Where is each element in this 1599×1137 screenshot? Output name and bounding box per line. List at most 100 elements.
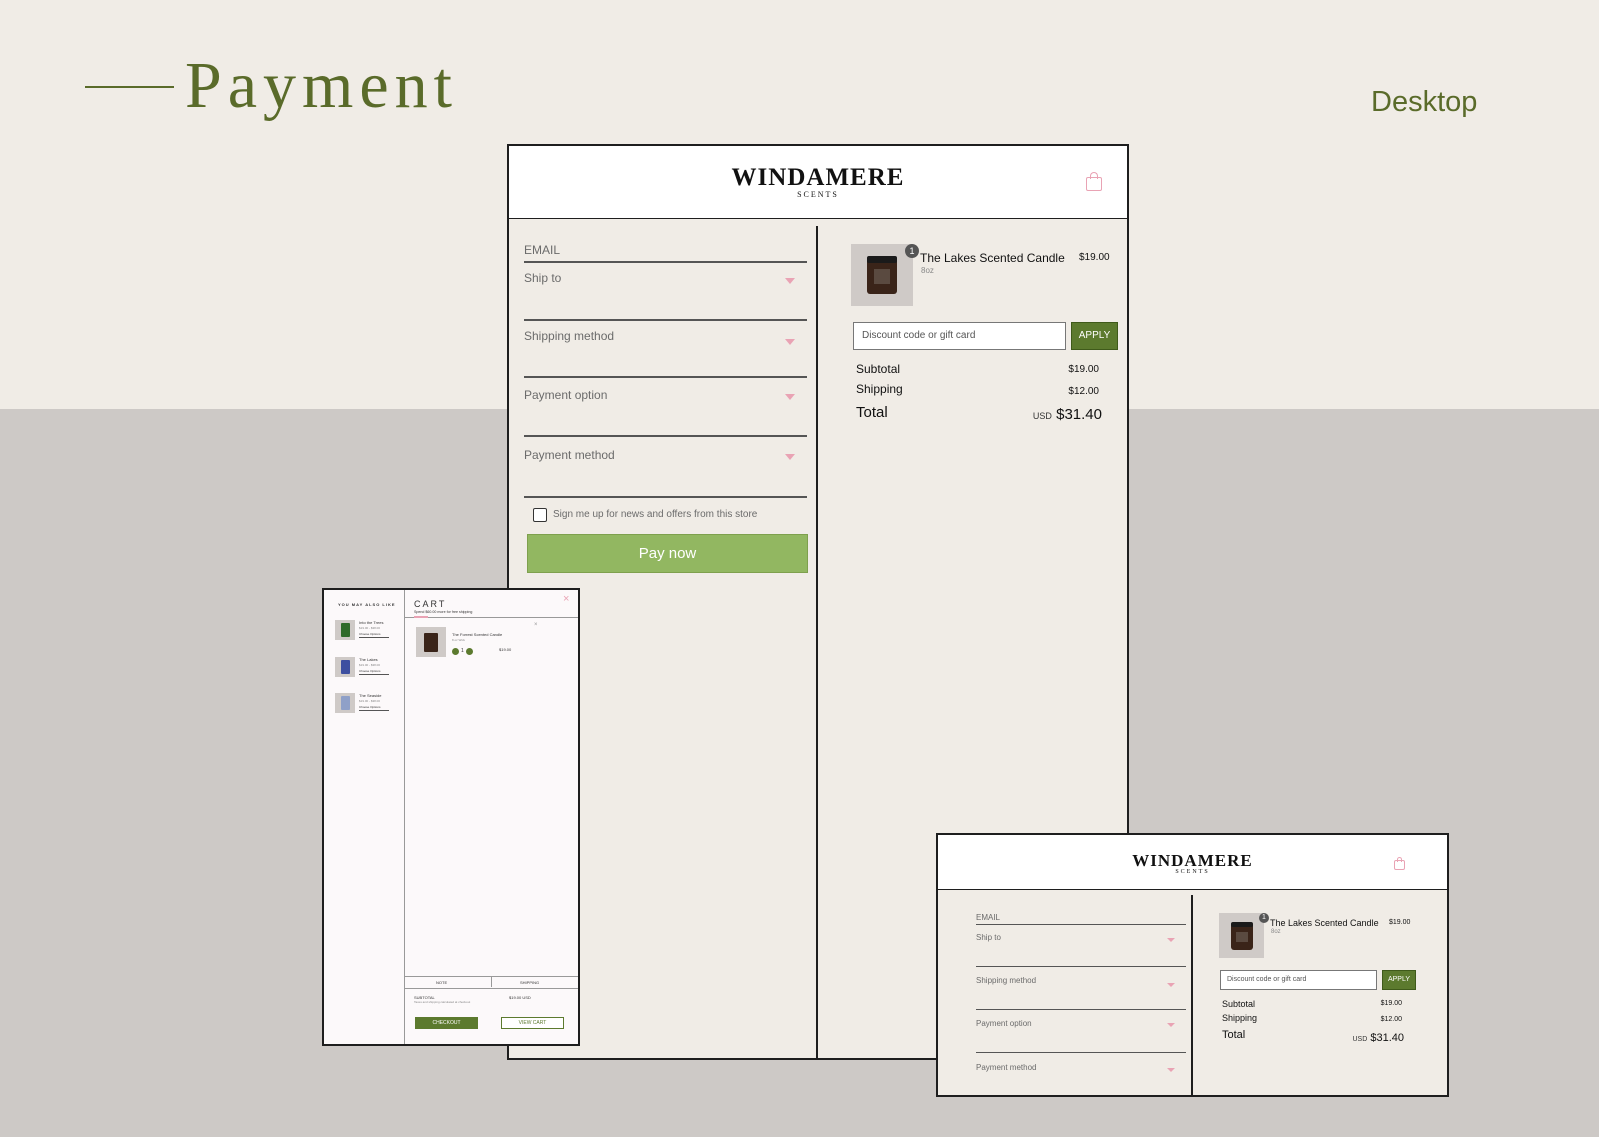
- apply-button[interactable]: APPLY: [1382, 970, 1416, 990]
- shipping-method-label: Shipping method: [976, 976, 1037, 985]
- payment-option-label: Payment option: [976, 1019, 1032, 1028]
- product-thumbnail: [851, 244, 913, 306]
- email-field[interactable]: [524, 261, 807, 263]
- currency-code: USD: [1352, 1036, 1368, 1043]
- close-icon[interactable]: ×: [563, 593, 569, 605]
- cart-item-price: $19.00: [499, 647, 512, 652]
- product-name: The Lakes Scented Candle: [1270, 918, 1379, 928]
- link-underline: [359, 674, 389, 675]
- product-price: $19.00: [1079, 252, 1110, 263]
- rec-choose-link[interactable]: Choose Options: [359, 705, 381, 709]
- payment-method-field[interactable]: [524, 496, 807, 498]
- ship-to-field[interactable]: [524, 319, 807, 321]
- apply-button[interactable]: APPLY: [1071, 322, 1118, 350]
- payment-method-label: Payment method: [524, 448, 615, 462]
- newsletter-checkbox[interactable]: [533, 508, 547, 522]
- checkout-button[interactable]: CHECKOUT: [415, 1017, 478, 1029]
- site-header: WINDAMERE SCENTS: [938, 835, 1447, 890]
- product-name: The Lakes Scented Candle: [920, 251, 1065, 265]
- cart-item-qty: 1: [461, 648, 464, 654]
- chevron-down-icon[interactable]: [785, 278, 795, 284]
- total-value: $31.40: [1370, 1032, 1404, 1044]
- tab-separator: [491, 977, 492, 987]
- chevron-down-icon[interactable]: [1167, 983, 1175, 987]
- cart-item-thumbnail: [416, 627, 446, 657]
- candle-image: [867, 256, 897, 294]
- subtotal-label: Subtotal: [1222, 999, 1256, 1009]
- shipping-tab[interactable]: SHIPPING: [520, 980, 539, 985]
- rec-price: $19.00 - $38.00: [359, 626, 381, 630]
- subtotal-value: $19.00: [1068, 364, 1099, 375]
- title-rule: [85, 86, 174, 88]
- email-label: EMAIL: [976, 913, 1001, 922]
- email-label: EMAIL: [524, 243, 561, 257]
- rec-name: The Lakes: [359, 657, 378, 662]
- link-underline: [359, 637, 389, 638]
- discount-code-input[interactable]: Discount code or gift card: [1220, 970, 1377, 990]
- total-label: Total: [1222, 1029, 1246, 1041]
- discount-code-input[interactable]: Discount code or gift card: [853, 322, 1066, 350]
- product-thumbnail: [1219, 913, 1264, 958]
- currency-code: USD: [1032, 411, 1052, 421]
- ship-to-field[interactable]: [976, 966, 1186, 967]
- chevron-down-icon[interactable]: [1167, 938, 1175, 942]
- page-title: Payment: [185, 49, 458, 122]
- rec-price: $19.00 - $38.00: [359, 663, 381, 667]
- total-value: $31.40: [1056, 406, 1102, 423]
- cart-item-variant: 8 oz Wick: [452, 638, 466, 642]
- rec-choose-link[interactable]: Choose Options: [359, 632, 381, 636]
- qty-decrease-button[interactable]: [452, 648, 459, 655]
- rec-choose-link[interactable]: Choose Options: [359, 669, 381, 673]
- chevron-down-icon[interactable]: [785, 394, 795, 400]
- payment-option-label: Payment option: [524, 388, 608, 402]
- drawer-subtotal-value: $19.00 USD: [509, 995, 531, 1000]
- payment-method-label: Payment method: [976, 1063, 1037, 1072]
- site-header: WINDAMERE SCENTS: [509, 146, 1127, 219]
- brand-logo[interactable]: WINDAMERE SCENTS: [938, 851, 1447, 875]
- chevron-down-icon[interactable]: [1167, 1068, 1175, 1072]
- product-variant: 8oz: [1271, 929, 1281, 935]
- newsletter-label: Sign me up for news and offers from this…: [553, 509, 758, 520]
- shipping-label: Shipping: [1222, 1013, 1258, 1023]
- cart-drawer-frame: YOU MAY ALSO LIKE Into the Trees $19.00 …: [322, 588, 580, 1046]
- candle-image: [341, 623, 350, 637]
- shipping-label: Shipping: [856, 382, 903, 396]
- shipping-method-field[interactable]: [524, 376, 807, 378]
- shipping-method-label: Shipping method: [524, 329, 615, 343]
- note-tab[interactable]: NOTE: [436, 980, 447, 985]
- rec-thumbnail[interactable]: [335, 657, 355, 677]
- candle-image: [1231, 922, 1253, 950]
- pay-now-button[interactable]: Pay now: [527, 534, 808, 573]
- shipping-progress-bar: [414, 616, 428, 618]
- rec-name: Into the Trees: [359, 620, 384, 625]
- brand-logo[interactable]: WINDAMERE SCENTS: [509, 164, 1127, 199]
- desktop-checkout-frame-small: WINDAMERE SCENTS EMAIL Ship to Shipping …: [936, 833, 1449, 1097]
- total-amount: USD $31.40: [1318, 1032, 1405, 1044]
- chevron-down-icon[interactable]: [1167, 1023, 1175, 1027]
- shopping-bag-icon[interactable]: [1086, 172, 1102, 192]
- cart-item-name: The Forrest Scented Candle: [452, 632, 503, 637]
- tabs-bottom-divider: [405, 988, 578, 989]
- shopping-bag-icon[interactable]: [1394, 857, 1405, 870]
- cart-title: CART: [414, 599, 447, 609]
- shipping-value: $12.00: [1380, 1016, 1402, 1023]
- quantity-badge: 1: [905, 244, 919, 258]
- rec-thumbnail[interactable]: [335, 620, 355, 640]
- chevron-down-icon[interactable]: [785, 339, 795, 345]
- email-field[interactable]: [976, 924, 1186, 925]
- rec-price: $19.00 - $38.00: [359, 699, 381, 703]
- total-label: Total: [856, 404, 888, 421]
- candle-image: [424, 633, 438, 652]
- payment-option-field[interactable]: [524, 435, 807, 437]
- chevron-down-icon[interactable]: [785, 454, 795, 460]
- recommend-heading: YOU MAY ALSO LIKE: [338, 602, 396, 607]
- ship-to-label: Ship to: [976, 933, 1001, 942]
- subtotal-value: $19.00: [1380, 1000, 1402, 1007]
- payment-option-field[interactable]: [976, 1052, 1186, 1053]
- qty-increase-button[interactable]: [466, 648, 473, 655]
- remove-item-icon[interactable]: ×: [534, 622, 538, 628]
- cart-header-divider: [405, 617, 578, 618]
- shipping-method-field[interactable]: [976, 1009, 1186, 1010]
- view-cart-button[interactable]: VIEW CART: [501, 1017, 564, 1029]
- rec-thumbnail[interactable]: [335, 693, 355, 713]
